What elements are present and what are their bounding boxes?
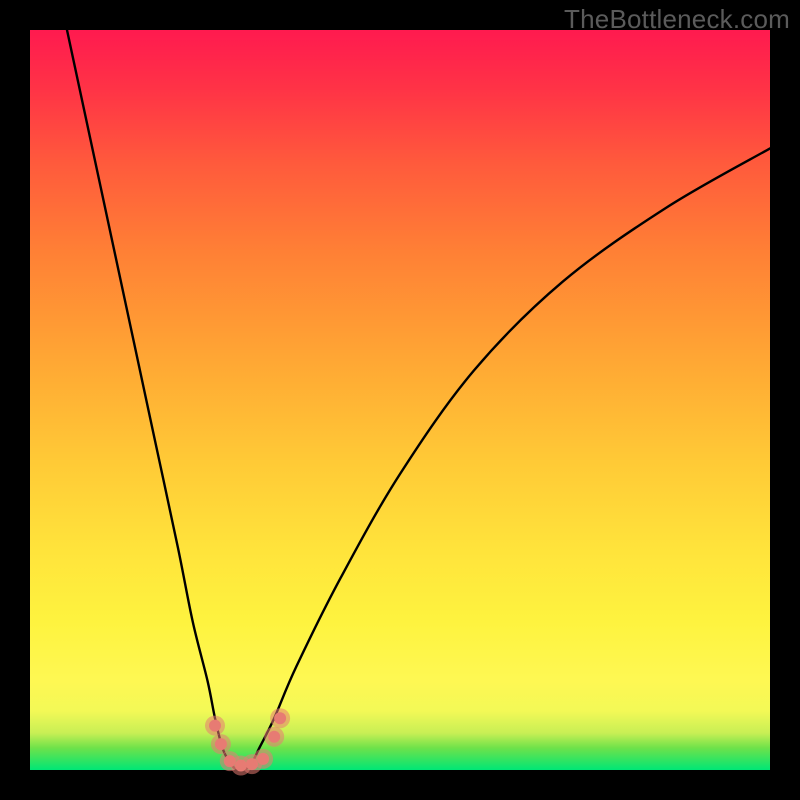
marker-group — [205, 708, 290, 775]
marker-right-lower-core — [268, 731, 280, 743]
marker-left-upper-core — [209, 720, 221, 732]
chart-frame: TheBottleneck.com — [0, 0, 800, 800]
curve-layer — [30, 30, 770, 770]
bottleneck-curve — [67, 30, 770, 771]
marker-bottom-4-core — [257, 753, 269, 765]
marker-right-upper-core — [274, 712, 286, 724]
marker-left-lower-core — [215, 738, 227, 750]
plot-area — [30, 30, 770, 770]
